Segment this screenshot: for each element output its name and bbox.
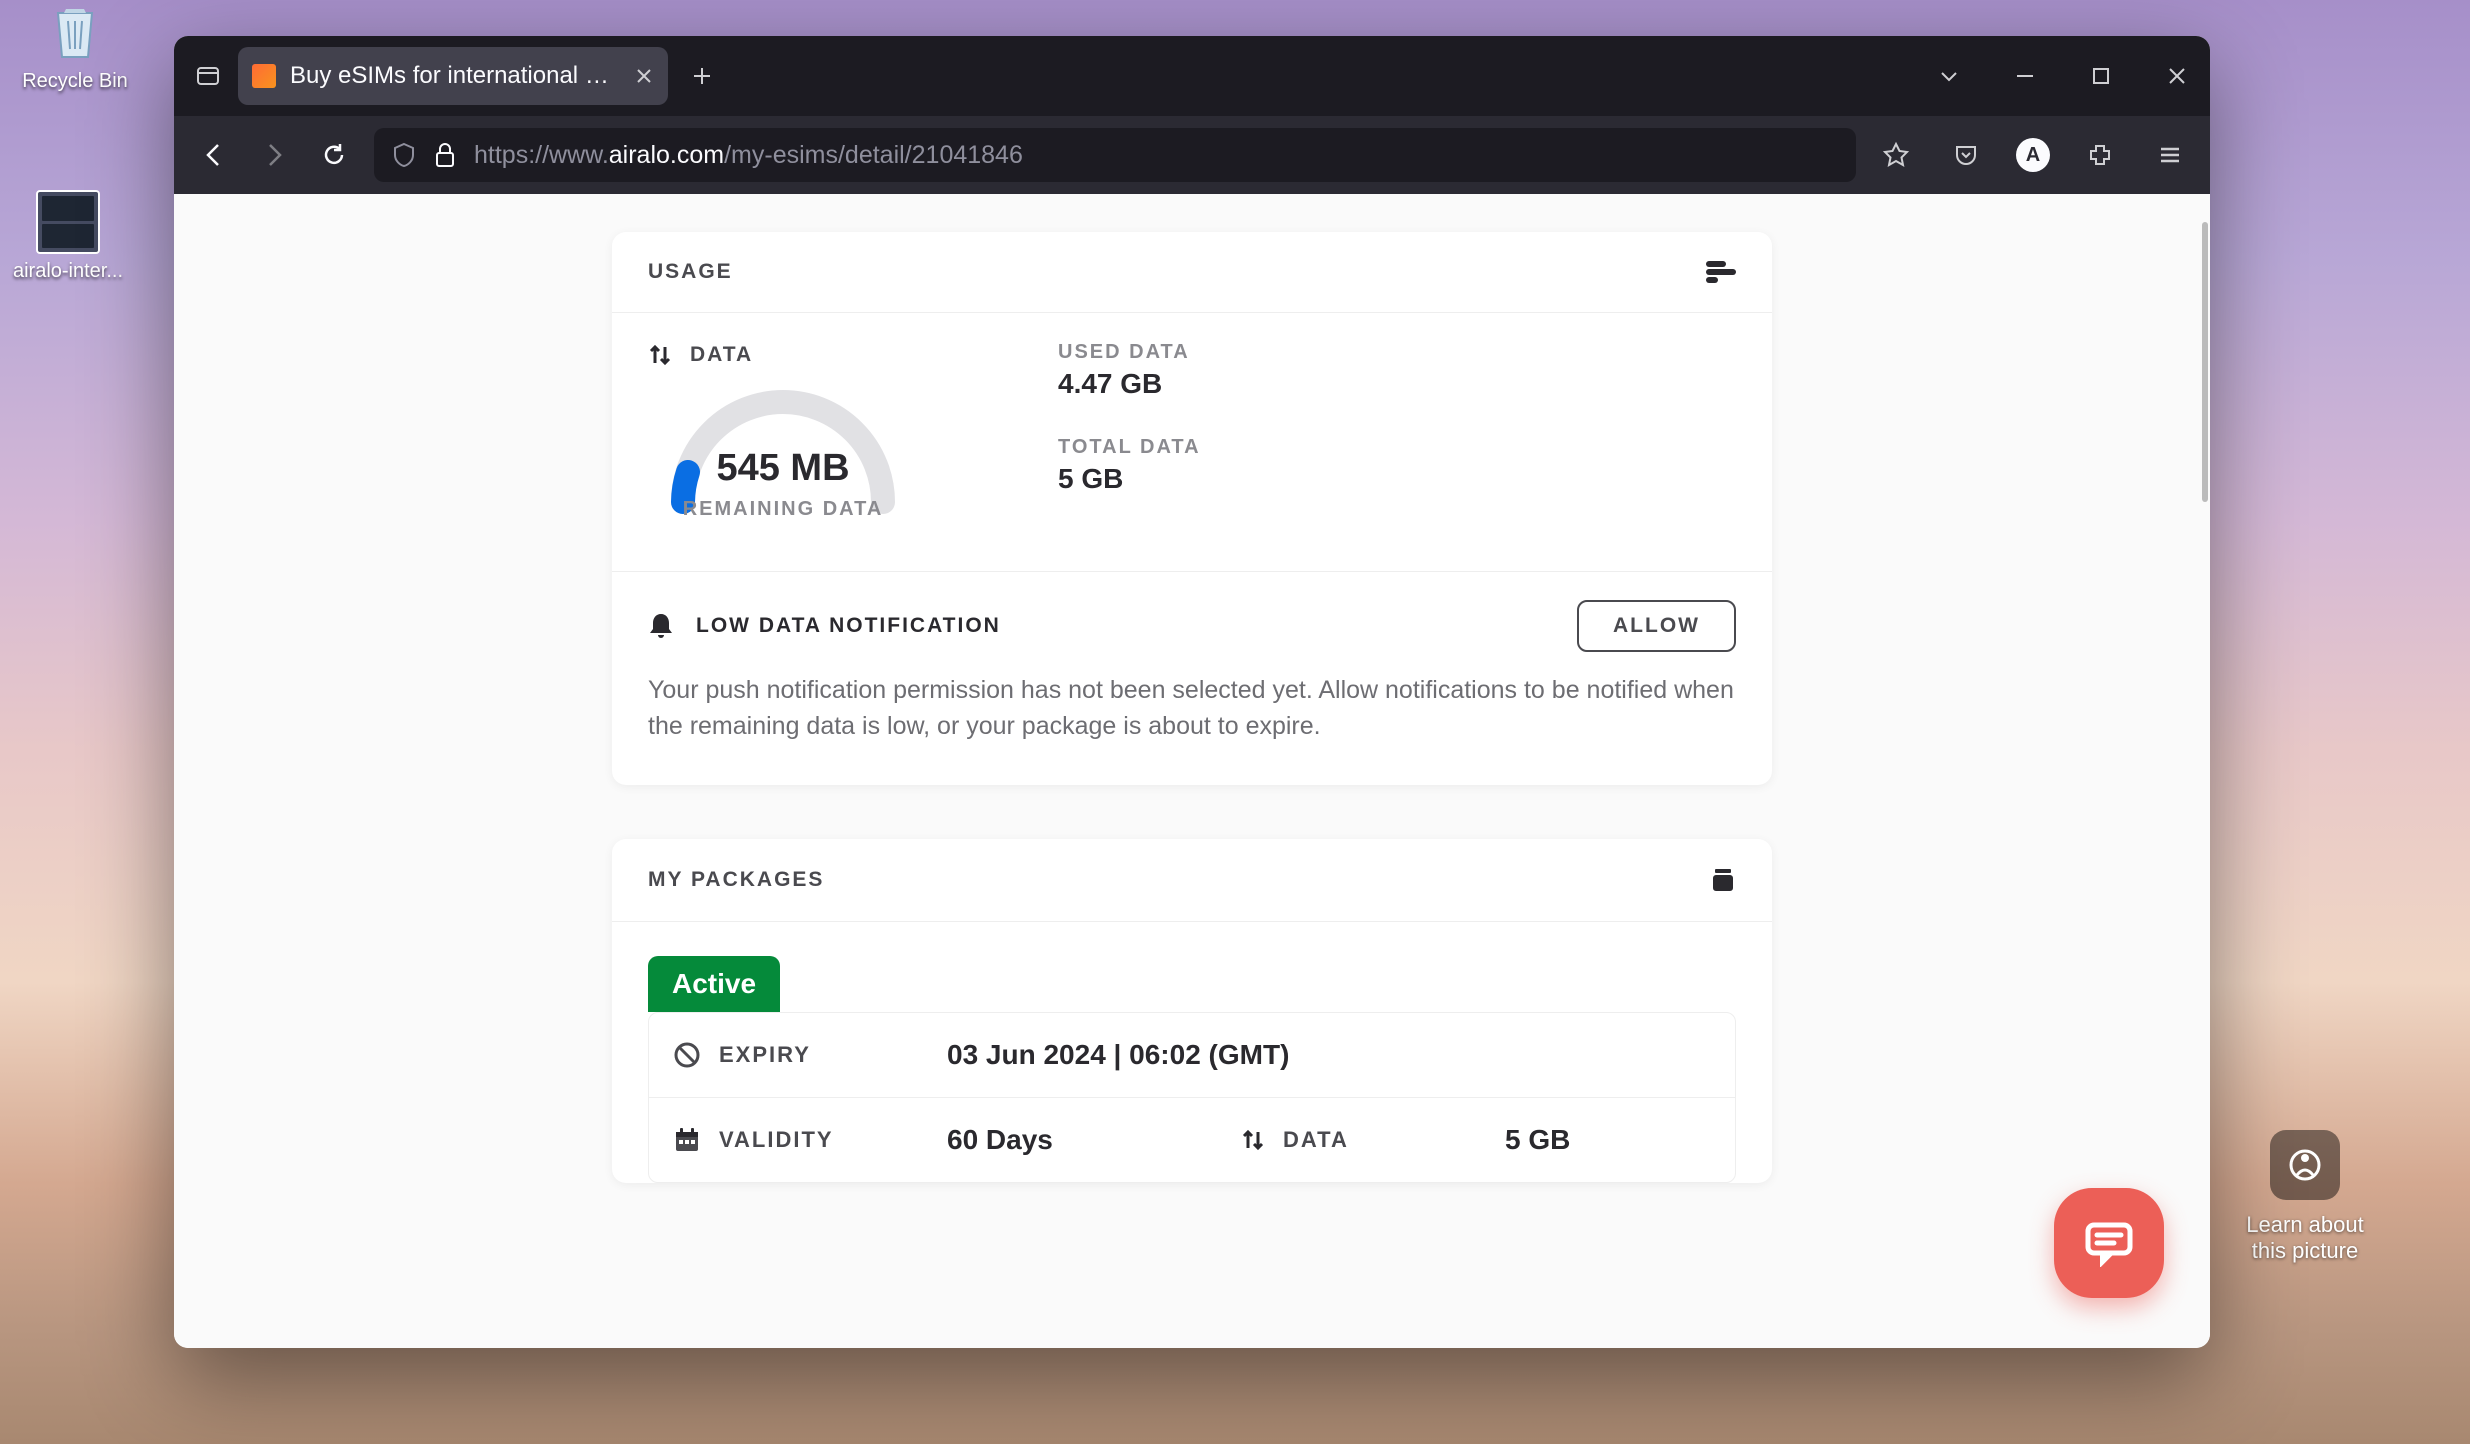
expiry-value: 03 Jun 2024 | 06:02 (GMT) [947, 1039, 1289, 1071]
back-button[interactable] [194, 135, 234, 175]
tab-title: Buy eSIMs for international trav [290, 62, 614, 90]
browser-tab[interactable]: Buy eSIMs for international trav [238, 47, 668, 105]
pocket-button[interactable] [1946, 135, 1986, 175]
recycle-bin-icon [43, 0, 107, 64]
account-button[interactable]: A [2016, 138, 2050, 172]
window-close-button[interactable] [2156, 55, 2198, 97]
chart-toggle-icon[interactable] [1706, 261, 1736, 283]
url-box[interactable]: https://www.airalo.com/my-esims/detail/2… [374, 128, 1856, 182]
pkg-data-label: DATA [1283, 1127, 1349, 1153]
packages-stack-icon[interactable] [1710, 867, 1736, 893]
chat-icon [2082, 1219, 2136, 1267]
packages-card: MY PACKAGES Active EXPIRY 03 Jun 2024 | … [612, 839, 1772, 1183]
recent-browsing-button[interactable] [186, 54, 230, 98]
spotlight-icon [2270, 1130, 2340, 1200]
address-bar: https://www.airalo.com/my-esims/detail/2… [174, 116, 2210, 194]
window-minimize-button[interactable] [2004, 55, 2046, 97]
data-gauge [648, 367, 918, 517]
list-tabs-button[interactable] [1928, 55, 1970, 97]
close-tab-icon[interactable] [634, 66, 654, 86]
new-tab-button[interactable] [690, 64, 714, 88]
desktop-label: airalo-inter... [3, 260, 133, 283]
remaining-label: REMAINING DATA [648, 498, 918, 521]
learn-label: this picture [2240, 1238, 2370, 1264]
desktop-file-airalo[interactable]: airalo-inter... [3, 190, 133, 283]
bookmark-button[interactable] [1876, 135, 1916, 175]
used-data-value: 4.47 GB [1058, 368, 1201, 400]
file-thumbnail-icon [36, 190, 100, 254]
notification-title: LOW DATA NOTIFICATION [696, 614, 1001, 638]
data-arrows-icon [648, 341, 672, 369]
page-content: USAGE DATA [174, 194, 2210, 1348]
url-text: https://www.airalo.com/my-esims/detail/2… [474, 141, 1023, 170]
expiry-label: EXPIRY [719, 1042, 811, 1068]
chat-button[interactable] [2054, 1188, 2164, 1298]
pkg-data-value: 5 GB [1505, 1124, 1570, 1156]
expiry-icon [673, 1041, 701, 1069]
scrollbar-thumb[interactable] [2202, 222, 2208, 502]
bell-icon [648, 611, 674, 641]
reload-button[interactable] [314, 135, 354, 175]
validity-value: 60 Days [947, 1124, 1053, 1156]
forward-button[interactable] [254, 135, 294, 175]
desktop-recycle-bin[interactable]: Recycle Bin [10, 0, 140, 93]
used-data-label: USED DATA [1058, 341, 1201, 364]
app-menu-button[interactable] [2150, 135, 2190, 175]
extensions-button[interactable] [2080, 135, 2120, 175]
window-maximize-button[interactable] [2080, 55, 2122, 97]
calendar-icon [673, 1126, 701, 1154]
desktop-label: Recycle Bin [10, 70, 140, 93]
allow-button[interactable]: ALLOW [1577, 600, 1736, 652]
packages-title: MY PACKAGES [648, 868, 824, 892]
lock-icon[interactable] [434, 142, 456, 168]
notification-text: Your push notification permission has no… [648, 672, 1736, 745]
shield-icon[interactable] [392, 142, 416, 168]
total-data-value: 5 GB [1058, 463, 1201, 495]
usage-title: USAGE [648, 260, 733, 284]
learn-label: Learn about [2240, 1212, 2370, 1238]
learn-about-picture[interactable]: Learn about this picture [2240, 1130, 2370, 1264]
data-label: DATA [690, 343, 753, 367]
tab-bar: Buy eSIMs for international trav [174, 36, 2210, 116]
usage-card: USAGE DATA [612, 232, 1772, 785]
data-arrows-icon [1241, 1126, 1265, 1154]
favicon [252, 64, 276, 88]
browser-window: Buy eSIMs for international trav [174, 36, 2210, 1348]
status-badge: Active [648, 956, 780, 1012]
total-data-label: TOTAL DATA [1058, 436, 1201, 459]
validity-label: VALIDITY [719, 1127, 834, 1153]
